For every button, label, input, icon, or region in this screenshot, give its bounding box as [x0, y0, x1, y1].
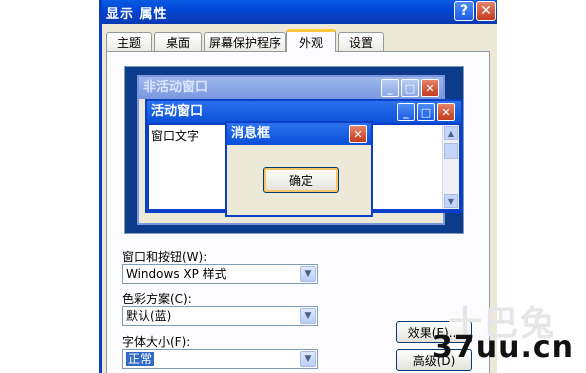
windows-buttons-value: Windows XP 样式 — [126, 267, 227, 281]
close-icon: ✕ — [421, 79, 439, 97]
windows-buttons-label: 窗口和按钮(W): — [122, 250, 208, 264]
close-button[interactable]: ✕ — [476, 1, 496, 21]
watermark-main: 37uu.cn — [432, 330, 574, 365]
font-size-select[interactable]: 正常 ▼ — [122, 349, 318, 369]
scroll-up-icon: ▲ — [444, 126, 458, 140]
title-bar[interactable]: 显示 属性 ? ✕ — [102, 0, 497, 24]
appearance-preview: 非活动窗口 _ □ ✕ 活动窗口 _ □ ✕ 窗口文字 ▲ ▼ 消息框 ✕ 确定 — [124, 66, 464, 234]
tab-settings[interactable]: 设置 — [338, 32, 384, 51]
maximize-icon: □ — [417, 103, 435, 121]
color-scheme-select[interactable]: 默认(蓝) ▼ — [122, 306, 318, 326]
maximize-icon: □ — [401, 79, 419, 97]
scroll-down-icon: ▼ — [444, 194, 458, 208]
preview-scrollbar: ▲ ▼ — [442, 125, 459, 209]
ok-button-preview: 确定 — [263, 167, 339, 193]
chevron-down-icon[interactable]: ▼ — [300, 308, 316, 324]
font-size-label: 字体大小(F): — [122, 335, 191, 349]
close-icon: ✕ — [349, 125, 367, 143]
tab-desktop[interactable]: 桌面 — [154, 32, 202, 51]
scroll-thumb — [444, 143, 458, 159]
close-icon: ✕ — [437, 103, 455, 121]
close-icon: ✕ — [480, 3, 492, 19]
color-scheme-value: 默认(蓝) — [126, 309, 172, 323]
color-scheme-label: 色彩方案(C): — [122, 292, 192, 306]
tab-appearance[interactable]: 外观 — [286, 29, 336, 52]
minimize-icon: _ — [397, 103, 415, 121]
message-box-preview: 消息框 ✕ 确定 — [225, 121, 373, 217]
help-icon: ? — [459, 3, 469, 19]
chevron-down-icon[interactable]: ▼ — [300, 266, 316, 282]
tab-screensaver[interactable]: 屏幕保护程序 — [204, 32, 286, 51]
tab-themes[interactable]: 主题 — [106, 32, 152, 51]
minimize-icon: _ — [381, 79, 399, 97]
chevron-down-icon[interactable]: ▼ — [300, 351, 316, 367]
window-title: 显示 属性 — [106, 7, 168, 22]
font-size-value: 正常 — [126, 352, 155, 366]
window-text: 窗口文字 — [151, 129, 200, 143]
windows-buttons-select[interactable]: Windows XP 样式 ▼ — [122, 264, 318, 284]
display-properties-dialog: 显示 属性 ? ✕ 主题 桌面 屏幕保护程序 外观 设置 非活动窗口 _ □ ✕… — [99, 0, 497, 373]
help-button[interactable]: ? — [454, 1, 474, 21]
